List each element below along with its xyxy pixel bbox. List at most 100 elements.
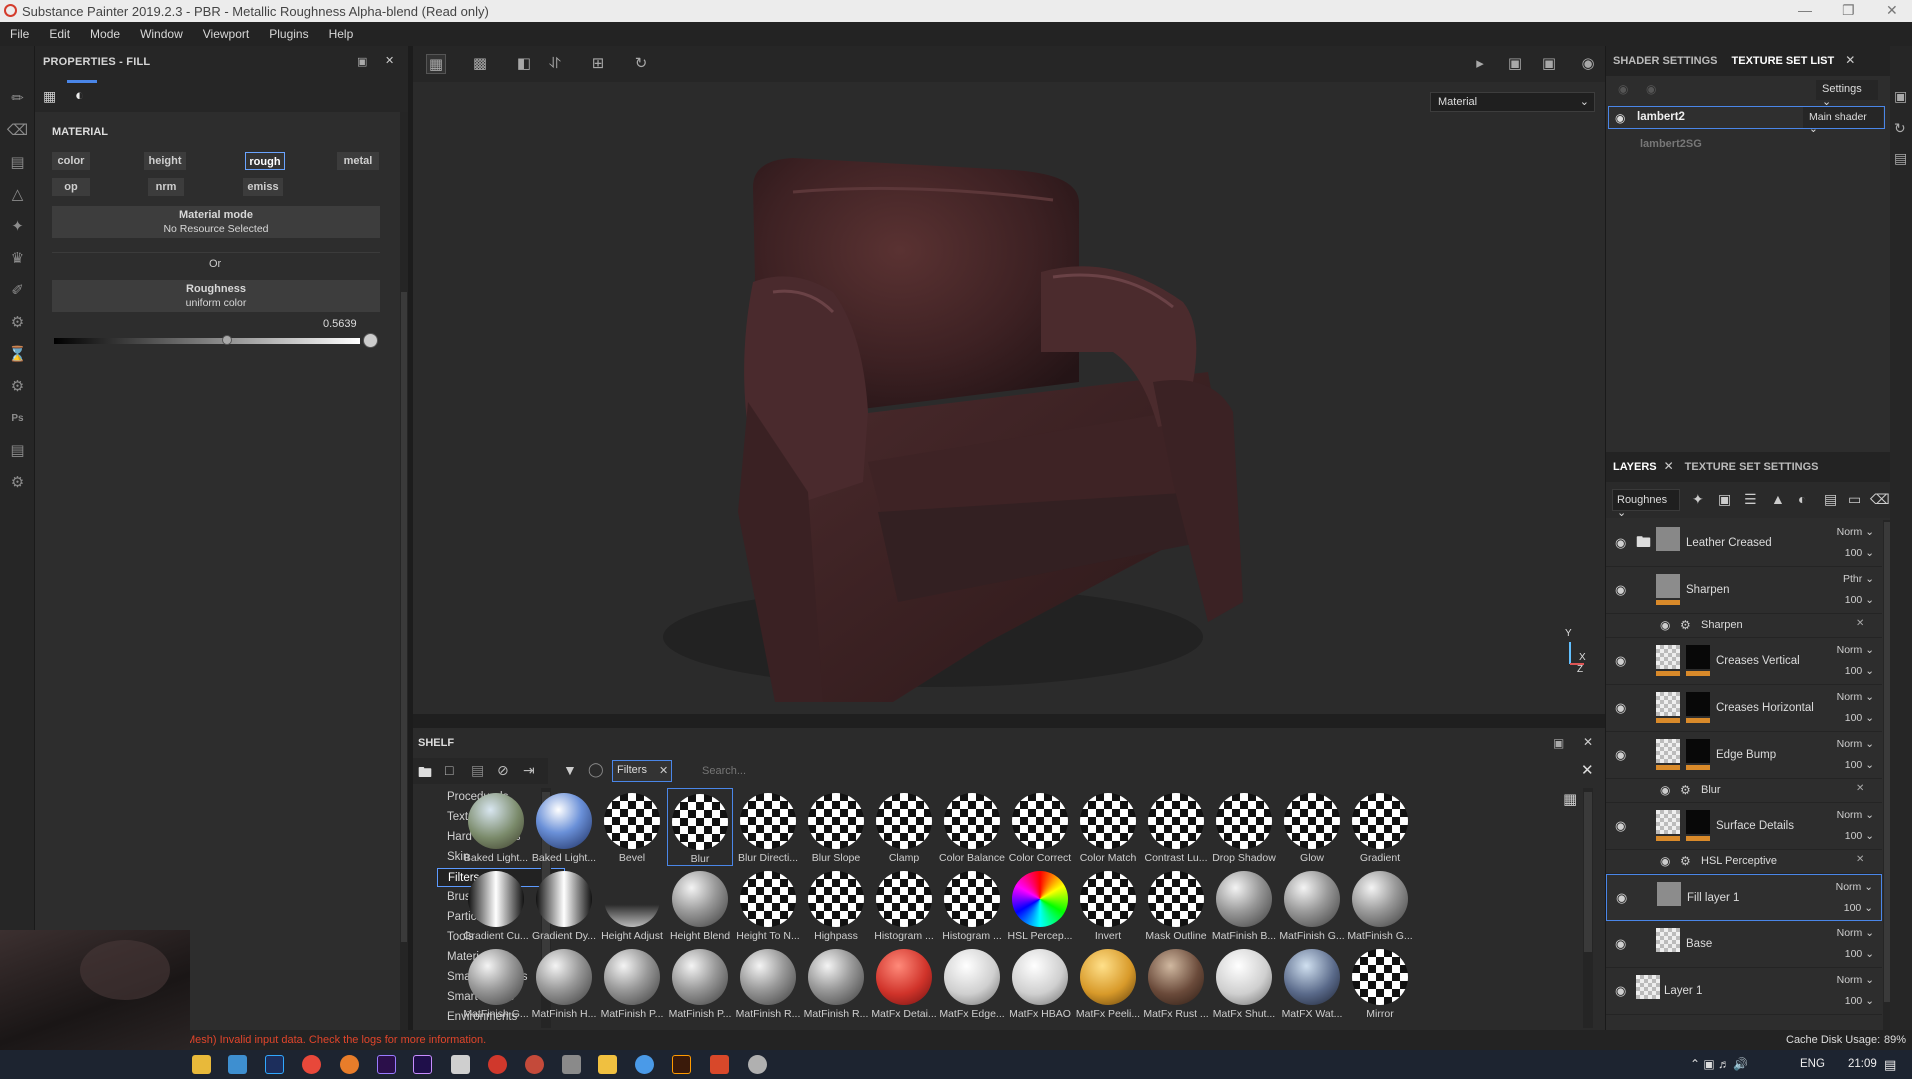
shelf-item[interactable]: HSL Percep... [1007,866,1073,944]
filter-icon[interactable]: ▼ [563,762,577,778]
shelf-item[interactable]: Blur Slope [803,788,869,866]
grid-view-icon[interactable]: ▦ [1563,790,1577,808]
shelf-item[interactable]: MatFX Wat... [1279,944,1345,1022]
shelf-item[interactable]: Gradient Cu... [463,866,529,944]
color-picker-icon[interactable]: ✐ [0,274,35,306]
shelf-item[interactable]: MatFinish P... [599,944,665,1022]
eye-icon[interactable]: ◉ [1615,582,1626,598]
channel-select[interactable]: Roughnes ⌄ [1612,489,1680,519]
shelf-item[interactable]: Height Adjust [599,866,665,944]
settings-dropdown[interactable]: Settings ⌄ [1816,80,1878,108]
history-panel-icon[interactable]: ↻ [1894,120,1906,137]
layer-row[interactable]: ◉ Surface Details Norm ⌄ 100 ⌄ [1606,803,1882,850]
clear-search-icon[interactable]: ✕ [1581,761,1594,779]
browser-icon[interactable] [635,1055,654,1074]
eye-icon[interactable]: ◉ [1615,983,1626,999]
layer-row[interactable]: ◉ 🖿 Leather Creased Norm ⌄ 100 ⌄ [1606,520,1882,567]
log-icon[interactable]: ▤ [1894,150,1907,167]
filter-effect-row[interactable]: ◉ ⚙ Sharpen ✕ [1606,614,1882,638]
bake-settings-icon[interactable]: ⚙ [0,306,35,338]
polygon-fill-icon[interactable]: △ [0,178,35,210]
float-shelf-icon[interactable]: ▣ [1553,736,1564,750]
menu-help[interactable]: Help [319,22,364,41]
shelf-item[interactable]: Contrast Lu... [1143,788,1209,866]
opacity-field[interactable]: 100 ⌄ [1845,830,1874,842]
shelf-item[interactable]: MatFx Edge... [939,944,1005,1022]
layer-row[interactable]: ◉ Fill layer 1 Norm ⌄ 100 ⌄ [1606,874,1882,921]
texture-set-row-lambert2sg[interactable]: lambert2SG [1640,138,1702,150]
add-group-icon[interactable]: ▭ [1848,491,1861,508]
eye-icon[interactable]: ◉ [1615,535,1626,551]
shelf-item[interactable]: Color Balance [939,788,1005,866]
file-explorer-icon[interactable] [192,1055,211,1074]
add-layer-icon[interactable]: ☰ [1744,491,1757,508]
blend-mode-select[interactable]: Pthr ⌄ [1843,573,1874,585]
shelf-item[interactable]: Blur [667,788,733,866]
eye-icon[interactable]: ◉ [1615,747,1626,763]
3d-viewport[interactable]: Material ⌄ Y X Z [413,82,1605,714]
hide-icon[interactable]: ⊘ [497,762,509,779]
menu-plugins[interactable]: Plugins [259,22,318,41]
display-settings-icon[interactable]: ▣ [1894,88,1907,105]
shelf-item[interactable]: Drop Shadow [1211,788,1277,866]
blend-mode-select[interactable]: Norm ⌄ [1837,644,1874,656]
layer-row[interactable]: ◉ Creases Vertical Norm ⌄ 100 ⌄ [1606,638,1882,685]
opacity-field[interactable]: 100 ⌄ [1845,948,1874,960]
menu-window[interactable]: Window [130,22,193,41]
tab-layers[interactable]: LAYERS [1606,452,1664,482]
shelf-item[interactable]: Baked Light... [531,788,597,866]
shelf-item[interactable]: MatFinish B... [1211,866,1277,944]
add-fill-icon[interactable]: ▲ [1771,491,1785,507]
remove-effect-icon[interactable]: ✕ [1856,854,1864,865]
blend-mode-select[interactable]: Norm ⌄ [1837,974,1874,986]
channel-height-button[interactable]: height [144,152,186,170]
substance-painter-taskbar-icon[interactable] [488,1055,507,1074]
shelf-scrollbar[interactable] [1583,788,1593,1028]
frame-icon[interactable]: ⊞ [588,54,608,74]
channel-color-button[interactable]: color [52,152,90,170]
remove-filter-icon[interactable]: ✕ [659,764,668,777]
shelf-item[interactable]: MatFinish G... [1279,866,1345,944]
filter-tag[interactable]: Filters ✕ [612,760,672,782]
layer-props-icon[interactable]: ▦ [43,88,56,105]
illustrator-icon[interactable] [672,1055,691,1074]
auto-icon[interactable]: ✦ [1692,491,1704,508]
shelf-item[interactable]: Blur Directi... [735,788,801,866]
eye-icon[interactable]: ◉ [1615,818,1626,834]
opacity-field[interactable]: 100 ⌄ [1845,995,1874,1007]
plugin-gear-icon[interactable]: ⚙ [0,370,35,402]
roughness-value[interactable]: 0.5639 [323,318,357,330]
photoshop-taskbar-icon[interactable] [265,1055,284,1074]
app-icon-grey[interactable] [748,1055,767,1074]
blend-mode-select[interactable]: Norm ⌄ [1837,809,1874,821]
material-sphere-icon[interactable]: ◐ [75,87,84,104]
shelf-item[interactable]: MatFx HBAO [1007,944,1073,1022]
roughness-slider-handle[interactable] [222,335,232,345]
app-icon-generic[interactable] [562,1055,581,1074]
shelf-item[interactable]: Bevel [599,788,665,866]
layer-row[interactable]: ◉ Layer 1 Norm ⌄ 100 ⌄ [1606,968,1882,1015]
projection-icon[interactable]: ▤ [0,146,35,178]
opacity-field[interactable]: 100 ⌄ [1844,902,1873,914]
channel-emiss-button[interactable]: emiss [243,178,283,196]
shelf-item[interactable]: Color Match [1075,788,1141,866]
blend-mode-select[interactable]: Norm ⌄ [1836,881,1873,893]
float-panel-icon[interactable]: ▣ [357,55,368,68]
zbrush-icon[interactable] [451,1055,470,1074]
shelf-item[interactable]: MatFinish R... [803,944,869,1022]
2d-view-icon[interactable]: ▸ [1470,54,1490,74]
eye-disabled-icon-2[interactable]: ◉ [1646,82,1656,96]
reset-filter-icon[interactable]: ◯ [588,761,604,778]
viewport-shelf-splitter[interactable] [413,714,1605,726]
shelf-item[interactable]: Highpass [803,866,869,944]
history-icon[interactable]: ↻ [631,54,651,74]
shelf-item[interactable]: MatFinish G... [1347,866,1413,944]
eye-disabled-icon[interactable]: ◉ [1618,82,1628,96]
shelf-item[interactable]: Histogram ... [939,866,1005,944]
shelf-item[interactable]: MatFinish P... [667,944,733,1022]
eye-icon[interactable]: ◉ [1615,653,1626,669]
screenshot-icon[interactable]: ◉ [1578,54,1598,74]
close-shelf-icon[interactable]: ✕ [1583,735,1593,749]
material-mode-slot[interactable]: Material mode No Resource Selected [52,206,380,238]
delete-item-icon[interactable]: ▤ [471,762,484,779]
